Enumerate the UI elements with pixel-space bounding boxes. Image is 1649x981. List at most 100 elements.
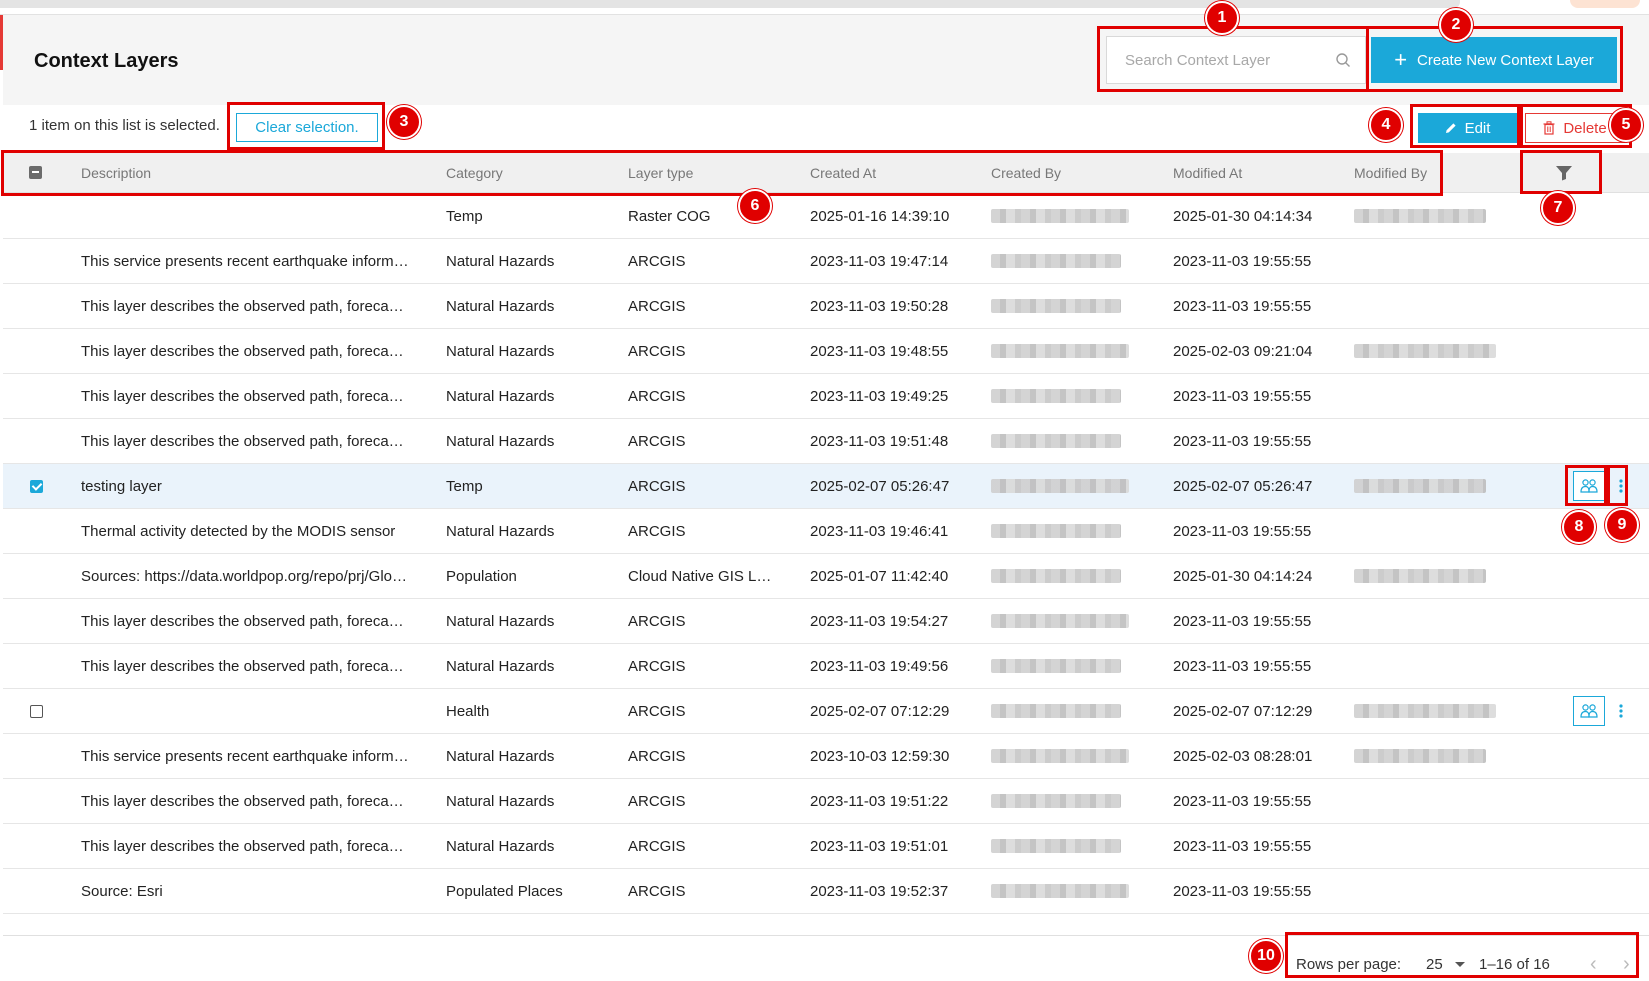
cell-category: Populated Places (446, 883, 563, 900)
cell-description: Source: Esri (81, 883, 163, 900)
cell-layer-type: ARCGIS (628, 523, 686, 540)
table-row[interactable]: This layer describes the observed path, … (3, 419, 1649, 464)
annotation-badge-7: 7 (1541, 191, 1575, 225)
cell-modified-at: 2025-02-03 08:28:01 (1173, 748, 1313, 765)
cell-created-by-redacted (991, 524, 1141, 540)
table-row[interactable]: This layer describes the observed path, … (3, 779, 1649, 824)
horizontal-scrollbar[interactable] (0, 0, 1460, 8)
annotation-box-pagination (1285, 932, 1639, 978)
table-row[interactable]: testing layer Temp ARCGIS 2025-02-07 05:26:… (3, 464, 1649, 509)
more-options-button[interactable] (1613, 696, 1629, 726)
cell-description: This layer describes the observed path, … (81, 298, 411, 315)
cell-category: Natural Hazards (446, 658, 555, 675)
cell-created-by-redacted (991, 704, 1141, 720)
cell-created-by-redacted (991, 434, 1141, 450)
redacted-text (991, 479, 1129, 493)
redacted-text (991, 434, 1121, 448)
redacted-text (991, 209, 1129, 223)
table-row[interactable]: Thermal activity detected by the MODIS s… (3, 509, 1649, 554)
annotation-badge-8: 8 (1562, 510, 1596, 544)
redacted-text (991, 794, 1121, 808)
redacted-text (1354, 704, 1496, 718)
cell-layer-type: ARCGIS (628, 343, 686, 360)
table-row[interactable]: This layer describes the observed path, … (3, 824, 1649, 869)
cell-modified-by-redacted (1354, 479, 1504, 495)
table-row[interactable]: This layer describes the observed path, … (3, 374, 1649, 419)
cell-modified-at: 2023-11-03 19:55:55 (1173, 253, 1312, 270)
annotation-badge-10: 10 (1249, 939, 1283, 973)
cell-layer-type: ARCGIS (628, 883, 686, 900)
annotation-badge-4: 4 (1369, 108, 1403, 142)
table-row[interactable]: This layer describes the observed path, … (3, 329, 1649, 374)
selection-status: 1 item on this list is selected. (29, 117, 220, 134)
redacted-text (991, 839, 1121, 853)
users-icon (1580, 704, 1598, 718)
browser-top-strip (0, 0, 1649, 15)
cell-created-at: 2023-11-03 19:54:27 (810, 613, 949, 630)
cell-created-by-redacted (991, 749, 1141, 765)
cell-created-at: 2025-01-16 14:39:10 (810, 208, 950, 225)
cell-created-at: 2023-10-03 12:59:30 (810, 748, 950, 765)
cell-created-at: 2023-11-03 19:48:55 (810, 343, 949, 360)
avatar[interactable] (1570, 0, 1640, 8)
redacted-text (991, 884, 1129, 898)
cell-created-at: 2023-11-03 19:51:48 (810, 433, 949, 450)
table-row[interactable]: This layer describes the observed path, … (3, 644, 1649, 689)
cell-category: Natural Hazards (446, 613, 555, 630)
cell-created-at: 2025-02-07 07:12:29 (810, 703, 950, 720)
more-vertical-icon (1619, 704, 1623, 718)
cell-modified-by-redacted (1354, 749, 1504, 765)
cell-category: Natural Hazards (446, 253, 555, 270)
cell-description: This layer describes the observed path, … (81, 658, 411, 675)
cell-description: Sources: https://data.worldpop.org/repo/… (81, 568, 411, 585)
cell-created-by-redacted (991, 389, 1141, 405)
table-row[interactable]: Sources: https://data.worldpop.org/repo/… (3, 554, 1649, 599)
cell-layer-type: Cloud Native GIS Layer (628, 568, 778, 585)
cell-created-by-redacted (991, 209, 1141, 225)
cell-created-at: 2023-11-03 19:46:41 (810, 523, 949, 540)
redacted-text (991, 704, 1121, 718)
row-checkbox[interactable] (30, 705, 43, 718)
cell-created-by-redacted (991, 299, 1141, 315)
table-row[interactable]: Health ARCGIS 2025-02-07 07:12:29 2025-02-0… (3, 689, 1649, 734)
cell-description: This service presents recent earthquake … (81, 253, 411, 270)
annotation-badge-3: 3 (387, 105, 421, 139)
cell-created-at: 2023-11-03 19:49:25 (810, 388, 949, 405)
share-users-button[interactable] (1573, 696, 1605, 726)
cell-description: This layer describes the observed path, … (81, 613, 411, 630)
annotation-box-more (1607, 465, 1628, 506)
cell-layer-type: ARCGIS (628, 478, 686, 495)
cell-modified-at: 2023-11-03 19:55:55 (1173, 658, 1312, 675)
cell-category: Natural Hazards (446, 748, 555, 765)
cell-created-at: 2025-02-07 05:26:47 (810, 478, 950, 495)
table-row[interactable]: Temp Raster COG 2025-01-16 14:39:10 2025-01… (3, 194, 1649, 239)
table-row[interactable]: This service presents recent earthquake … (3, 239, 1649, 284)
cell-description: This layer describes the observed path, … (81, 343, 411, 360)
annotation-box-share (1565, 465, 1607, 506)
annotation-box-edit (1410, 104, 1523, 148)
cell-category: Natural Hazards (446, 388, 555, 405)
annotation-box-clear (227, 102, 385, 150)
cell-category: Natural Hazards (446, 523, 555, 540)
table-row[interactable]: Source: Esri Populated Places ARCGIS 2023-1… (3, 869, 1649, 914)
redacted-text (991, 389, 1121, 403)
table-row[interactable]: This layer describes the observed path, … (3, 284, 1649, 329)
cell-created-by-redacted (991, 569, 1141, 585)
redacted-text (991, 749, 1129, 763)
cell-modified-at: 2025-02-07 07:12:29 (1173, 703, 1313, 720)
table-row[interactable]: This service presents recent earthquake … (3, 734, 1649, 779)
row-checkbox[interactable] (30, 480, 43, 493)
redacted-text (1354, 569, 1486, 583)
annotation-box-filter (1520, 150, 1602, 194)
cell-category: Natural Hazards (446, 838, 555, 855)
cell-description: testing layer (81, 478, 162, 495)
cell-modified-at: 2025-01-30 04:14:24 (1173, 568, 1313, 585)
table-row[interactable]: This layer describes the observed path, … (3, 599, 1649, 644)
cell-created-at: 2023-11-03 19:51:01 (810, 838, 949, 855)
cell-created-at: 2025-01-07 11:42:40 (810, 568, 949, 585)
cell-layer-type: ARCGIS (628, 838, 686, 855)
cell-created-at: 2023-11-03 19:49:56 (810, 658, 949, 675)
redacted-text (991, 524, 1121, 538)
cell-layer-type: ARCGIS (628, 388, 686, 405)
redacted-text (1354, 209, 1486, 223)
